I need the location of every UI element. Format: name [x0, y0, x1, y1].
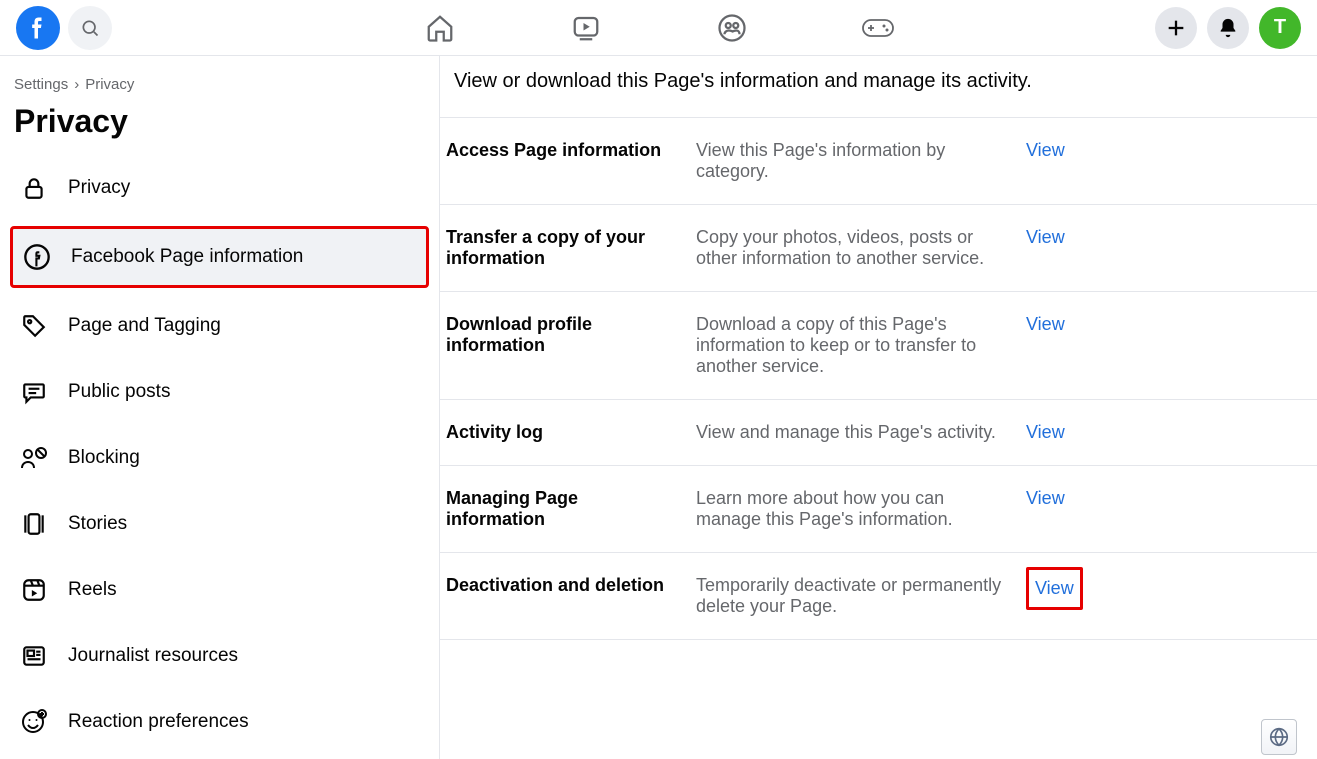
plus-icon	[1165, 17, 1187, 39]
topbar: T	[0, 0, 1317, 56]
breadcrumb: Settings › Privacy	[10, 70, 429, 99]
sidebar-item-facebook-page-information[interactable]: Facebook Page information	[10, 226, 429, 288]
sidebar-item-label: Journalist resources	[68, 645, 238, 667]
sidebar: Settings › Privacy Privacy Privacy Faceb…	[0, 56, 440, 759]
sidebar-item-blocking[interactable]: Blocking	[10, 430, 429, 486]
row-label: Deactivation and deletion	[446, 575, 676, 596]
sidebar-item-reels[interactable]: Reels	[10, 562, 429, 618]
row-desc: Copy your photos, videos, posts or other…	[696, 227, 1006, 269]
chat-icon	[18, 376, 50, 408]
avatar-initial: T	[1274, 16, 1286, 39]
bell-icon	[1217, 17, 1239, 39]
row-label: Download profile information	[446, 314, 676, 356]
create-button[interactable]	[1155, 7, 1197, 49]
row-desc: Temporarily deactivate or permanently de…	[696, 575, 1006, 617]
profile-avatar[interactable]: T	[1259, 7, 1301, 49]
sidebar-item-public-posts[interactable]: Public posts	[10, 364, 429, 420]
tag-icon	[18, 310, 50, 342]
search-button[interactable]	[68, 6, 112, 50]
sidebar-item-label: Page and Tagging	[68, 315, 221, 337]
sidebar-item-journalist-resources[interactable]: Journalist resources	[10, 628, 429, 684]
row-activity-log: Activity log View and manage this Page's…	[440, 399, 1317, 465]
stories-icon	[18, 508, 50, 540]
reels-icon	[18, 574, 50, 606]
row-desc: View and manage this Page's activity.	[696, 422, 1006, 443]
lock-icon	[18, 172, 50, 204]
sidebar-item-label: Blocking	[68, 447, 140, 469]
topbar-nav	[0, 10, 1317, 46]
nav-home[interactable]	[422, 10, 458, 46]
sidebar-item-reaction-preferences[interactable]: Reaction preferences	[10, 694, 429, 750]
row-label: Activity log	[446, 422, 676, 443]
row-download-profile: Download profile information Download a …	[440, 291, 1317, 399]
breadcrumb-current: Privacy	[85, 76, 134, 93]
topbar-right: T	[1155, 7, 1301, 49]
row-desc: Download a copy of this Page's informati…	[696, 314, 1006, 377]
breadcrumb-sep: ›	[74, 76, 79, 93]
row-label: Transfer a copy of your information	[446, 227, 676, 269]
row-desc: View this Page's information by category…	[696, 140, 1006, 182]
row-label: Access Page information	[446, 140, 676, 161]
notifications-button[interactable]	[1207, 7, 1249, 49]
sidebar-item-stories[interactable]: Stories	[10, 496, 429, 552]
page-title: Privacy	[10, 99, 429, 160]
home-icon	[425, 13, 455, 43]
sidebar-item-privacy[interactable]: Privacy	[10, 160, 429, 216]
view-link[interactable]: View	[1026, 140, 1065, 161]
sidebar-item-label: Privacy	[68, 177, 130, 199]
nav-watch[interactable]	[568, 10, 604, 46]
search-icon	[80, 18, 100, 38]
nav-groups[interactable]	[714, 10, 750, 46]
row-deactivation-deletion: Deactivation and deletion Temporarily de…	[440, 552, 1317, 640]
sidebar-item-label: Reels	[68, 579, 117, 601]
nav-gaming[interactable]	[860, 10, 896, 46]
section-subtitle: View or download this Page's information…	[440, 56, 1317, 117]
sidebar-item-label: Facebook Page information	[71, 246, 303, 268]
newspaper-icon	[18, 640, 50, 672]
reaction-icon	[18, 706, 50, 738]
row-label: Managing Page information	[446, 488, 676, 530]
view-link[interactable]: View	[1026, 314, 1065, 335]
view-link[interactable]: View	[1026, 567, 1083, 610]
view-link[interactable]: View	[1026, 488, 1065, 509]
sidebar-item-label: Public posts	[68, 381, 170, 403]
facebook-circle-icon	[21, 241, 53, 273]
sidebar-item-label: Stories	[68, 513, 127, 535]
groups-icon	[717, 13, 747, 43]
watch-icon	[571, 13, 601, 43]
audience-selector-button[interactable]	[1261, 719, 1297, 755]
view-link[interactable]: View	[1026, 227, 1065, 248]
blocking-icon	[18, 442, 50, 474]
topbar-left	[16, 6, 112, 50]
facebook-logo[interactable]	[16, 6, 60, 50]
row-access-page-information: Access Page information View this Page's…	[440, 117, 1317, 204]
gaming-icon	[861, 16, 895, 40]
row-transfer-copy: Transfer a copy of your information Copy…	[440, 204, 1317, 291]
row-managing-page-information: Managing Page information Learn more abo…	[440, 465, 1317, 552]
sidebar-item-page-and-tagging[interactable]: Page and Tagging	[10, 298, 429, 354]
sidebar-item-label: Reaction preferences	[68, 711, 249, 733]
breadcrumb-root[interactable]: Settings	[14, 76, 68, 93]
row-desc: Learn more about how you can manage this…	[696, 488, 1006, 530]
main-content: View or download this Page's information…	[440, 56, 1317, 759]
view-link[interactable]: View	[1026, 422, 1065, 443]
globe-icon	[1268, 726, 1290, 748]
